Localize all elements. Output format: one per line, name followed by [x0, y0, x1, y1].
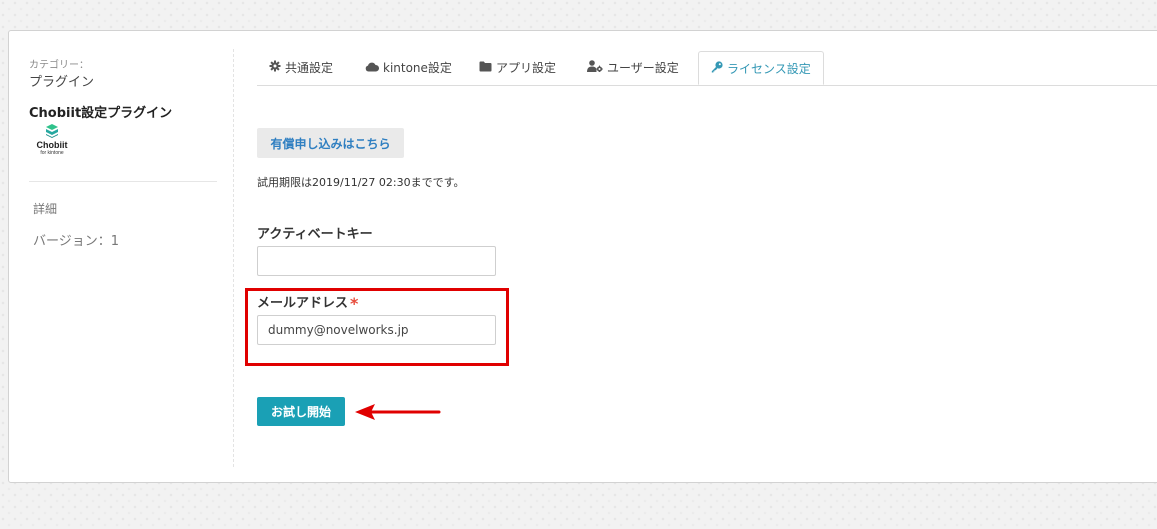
sidebar-separator — [233, 49, 234, 467]
category-label: カテゴリー： — [29, 60, 89, 71]
tab-common-settings[interactable]: 共通設定 — [269, 51, 333, 85]
email-label-text: メールアドレス — [257, 296, 349, 311]
sidebar-divider — [29, 181, 217, 182]
tab-label: アプリ設定 — [496, 61, 557, 75]
required-mark: * — [350, 294, 359, 313]
trial-expiry-text: 試用期限は2019/11/27 02:30までです。 — [257, 176, 465, 189]
detail-link[interactable]: 詳細 — [33, 200, 57, 217]
logo-name: Chobiit — [36, 140, 68, 150]
activate-key-label: アクティベートキー — [257, 227, 373, 242]
arrow-annotation-icon — [355, 404, 441, 420]
email-input[interactable] — [257, 315, 496, 345]
paid-subscription-button[interactable]: 有償申し込みはこちら — [257, 128, 404, 158]
email-label: メールアドレス * — [257, 292, 359, 313]
logo-tagline: for kintone — [40, 150, 64, 156]
tab-user-settings[interactable]: ユーザー設定 — [587, 51, 679, 85]
category-value: プラグイン — [29, 75, 95, 90]
tab-label: ライセンス設定 — [727, 62, 811, 76]
activate-key-input[interactable] — [257, 246, 496, 276]
tab-kintone-settings[interactable]: kintone設定 — [365, 51, 452, 85]
plugin-name: Chobiit設定プラグイン — [29, 106, 173, 121]
key-icon — [711, 52, 723, 86]
tab-label: ユーザー設定 — [607, 61, 679, 75]
tab-license-settings[interactable]: ライセンス設定 — [698, 51, 824, 85]
folder-icon — [479, 51, 492, 85]
tab-label: 共通設定 — [285, 61, 334, 75]
user-gear-icon — [587, 51, 603, 85]
chobiit-logo-icon — [46, 124, 58, 138]
gear-icon — [269, 51, 281, 85]
tab-app-settings[interactable]: アプリ設定 — [479, 51, 556, 85]
plugin-logo: Chobiit for kintone — [31, 124, 73, 162]
cloud-icon — [365, 51, 380, 85]
version-info: バージョン：1 — [33, 230, 119, 249]
settings-tabs: 共通設定 kintone設定 アプリ設定 ユーザー設定 ライセンス設定 — [257, 51, 1157, 86]
sidebar: カテゴリー： プラグイン Chobiit設定プラグイン Chobiit for … — [9, 31, 233, 482]
version-label: バージョン： — [33, 234, 111, 249]
plugin-settings-panel: カテゴリー： プラグイン Chobiit設定プラグイン Chobiit for … — [8, 30, 1157, 483]
tab-label: kintone設定 — [383, 61, 452, 75]
version-value: 1 — [110, 234, 120, 249]
start-trial-button[interactable]: お試し開始 — [257, 397, 345, 426]
